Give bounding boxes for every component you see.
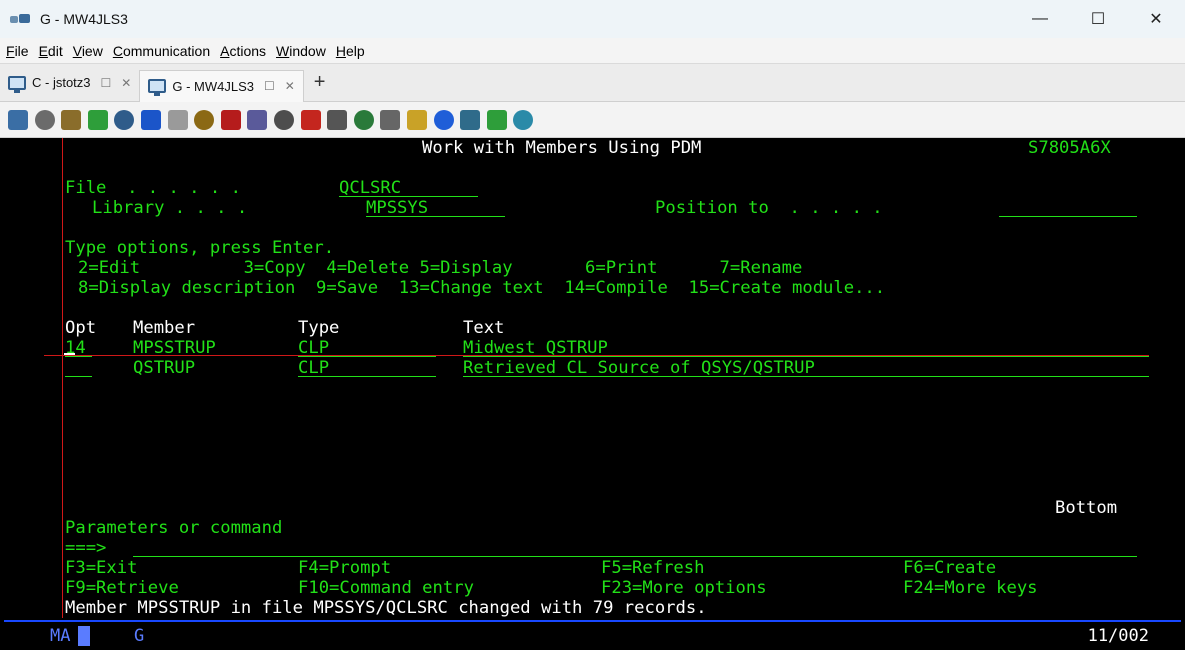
fkey-f3[interactable]: F3=Exit <box>65 558 137 578</box>
macro-list-icon[interactable] <box>380 109 401 130</box>
row-type-underline[interactable] <box>298 356 436 357</box>
tab-session-c[interactable]: C - jstotz3 ☐ ✕ <box>0 68 139 98</box>
upload-icon[interactable] <box>486 109 507 130</box>
app-icon <box>10 12 32 26</box>
oia-ma-indicator: MA <box>50 626 71 646</box>
window-controls: — ☐ ✕ <box>1011 0 1185 38</box>
display-icon[interactable] <box>513 109 534 130</box>
tab-close-icon[interactable]: ✕ <box>285 79 295 93</box>
ruler-line-vertical <box>62 138 63 618</box>
oia-cursor-block <box>78 626 90 646</box>
command-line-underline[interactable] <box>133 556 1137 557</box>
row-opt-underline[interactable] <box>65 376 92 377</box>
terminal-screen[interactable]: Work with Members Using PDM S7805A6X Fil… <box>4 138 1181 648</box>
file-label: File . . . . . . <box>65 178 241 198</box>
row-member: QSTRUP <box>133 358 196 378</box>
file-value: QCLSRC <box>339 178 402 198</box>
tab-label: C - jstotz3 <box>32 75 91 90</box>
library-label: Library . . . . <box>92 198 248 218</box>
menu-actions[interactable]: Actions <box>220 43 266 59</box>
command-prompt: ===> <box>65 538 107 558</box>
menu-file[interactable]: File <box>6 43 29 59</box>
menu-communication[interactable]: Communication <box>113 43 210 59</box>
monitor-icon <box>8 75 26 93</box>
close-button[interactable]: ✕ <box>1127 0 1185 38</box>
record-macro-icon[interactable] <box>300 109 321 130</box>
options-line-1: 2=Edit 3=Copy 4=Delete 5=Display 6=Print… <box>78 258 803 278</box>
fkey-f5[interactable]: F5=Refresh <box>601 558 704 578</box>
session-tab-bar: C - jstotz3 ☐ ✕ G - MW4JLS3 ☐ ✕ + <box>0 64 1185 102</box>
minimize-icon: — <box>1032 10 1048 27</box>
fkey-f24[interactable]: F24=More keys <box>903 578 1038 598</box>
cursor-position: 11/002 <box>1087 626 1149 646</box>
file-field-underline[interactable] <box>339 196 478 197</box>
tab-session-g[interactable]: G - MW4JLS3 ☐ ✕ <box>139 69 304 102</box>
text-cursor <box>64 353 75 355</box>
copy-screen-icon[interactable] <box>8 109 28 130</box>
save-icon[interactable] <box>114 109 135 130</box>
tab-close-icon[interactable]: ✕ <box>121 76 131 90</box>
new-tab-icon[interactable]: + <box>314 71 326 94</box>
document-icon[interactable] <box>406 109 427 130</box>
settings-icon[interactable] <box>460 109 481 130</box>
sql-icon[interactable] <box>220 109 241 130</box>
row-text: Retrieved CL Source of QSYS/QSTRUP <box>463 358 815 378</box>
maximize-icon: ☐ <box>1090 11 1106 28</box>
library-value: MPSSYS <box>366 198 429 218</box>
col-header-member: Member <box>133 318 196 338</box>
notes-icon[interactable] <box>167 109 188 130</box>
instructions: Type options, press Enter. <box>65 238 335 258</box>
keyboard-icon[interactable] <box>247 109 268 130</box>
toolbar <box>0 102 1185 138</box>
fkey-f6[interactable]: F6=Create <box>903 558 996 578</box>
row-text-underline[interactable] <box>463 356 1149 357</box>
col-header-opt: Opt <box>65 318 97 338</box>
row-text-underline[interactable] <box>463 376 1149 377</box>
navigate-icon[interactable] <box>140 109 161 130</box>
status-message: Member MPSSTRUP in file MPSSYS/QCLSRC ch… <box>65 598 707 618</box>
system-name: S7805A6X <box>1028 138 1111 158</box>
oia-session-id: G <box>134 626 145 646</box>
play-macro-icon[interactable] <box>353 109 374 130</box>
menu-window[interactable]: Window <box>276 43 326 59</box>
tab-restore-icon[interactable]: ☐ <box>101 76 112 90</box>
menu-view[interactable]: View <box>73 43 103 59</box>
maximize-button[interactable]: ☐ <box>1069 0 1127 38</box>
options-line-2: 8=Display description 9=Save 13=Change t… <box>78 278 886 298</box>
download-icon[interactable] <box>87 109 108 130</box>
minimize-button[interactable]: — <box>1011 0 1069 38</box>
window-title: G - MW4JLS3 <box>40 11 128 27</box>
package-icon[interactable] <box>194 109 215 130</box>
tab-restore-icon[interactable]: ☐ <box>264 79 275 93</box>
fkey-f10[interactable]: F10=Command entry <box>298 578 474 598</box>
fkey-f4[interactable]: F4=Prompt <box>298 558 391 578</box>
tab-label: G - MW4JLS3 <box>172 78 254 94</box>
close-icon: ✕ <box>1149 11 1163 28</box>
fkey-f23[interactable]: F23=More options <box>601 578 767 598</box>
fkey-f9[interactable]: F9=Retrieve <box>65 578 179 598</box>
title-bar: G - MW4JLS3 — ☐ ✕ <box>0 0 1185 38</box>
row-opt-underline[interactable] <box>65 356 92 357</box>
position-to-label: Position to . . . . . <box>655 198 883 218</box>
tools-icon[interactable] <box>273 109 294 130</box>
menu-edit[interactable]: Edit <box>39 43 63 59</box>
operator-info-area: MA G 11/002 <box>4 620 1181 648</box>
row-type-underline[interactable] <box>298 376 436 377</box>
col-header-text: Text <box>463 318 505 338</box>
position-to-underline[interactable] <box>999 216 1137 217</box>
parameters-label: Parameters or command <box>65 518 283 538</box>
bottom-indicator: Bottom <box>1055 498 1118 518</box>
copy-icon[interactable] <box>34 109 55 130</box>
col-header-type: Type <box>298 318 340 338</box>
paste-icon[interactable] <box>61 109 82 130</box>
menu-bar: File Edit View Communication Actions Win… <box>0 38 1185 64</box>
monitor-icon <box>148 79 167 96</box>
row-type: CLP <box>298 358 330 378</box>
library-field-underline[interactable] <box>366 216 505 217</box>
stop-macro-icon[interactable] <box>327 109 348 130</box>
help-icon[interactable] <box>433 109 454 130</box>
ruler-line-horizontal <box>44 355 1149 356</box>
screen-title: Work with Members Using PDM <box>422 138 702 158</box>
menu-help[interactable]: Help <box>336 43 365 59</box>
